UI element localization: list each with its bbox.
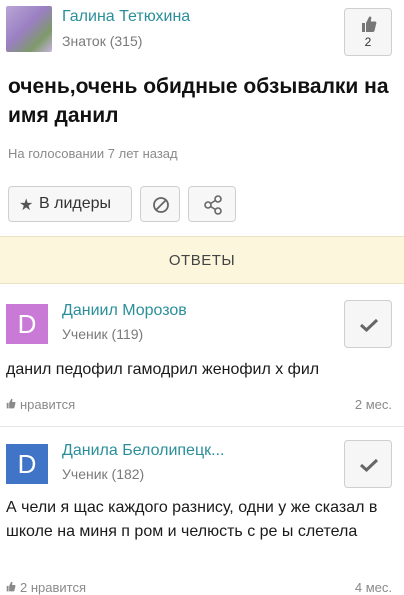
thumbs-up-icon (6, 397, 16, 412)
to-leaders-label: В лидеры (39, 195, 112, 212)
answer-1-time: 2 мес. (354, 397, 392, 412)
answer-2-like-button[interactable]: 2 нравится (6, 580, 86, 595)
to-leaders-button[interactable]: ★ В лидеры (8, 186, 132, 222)
answer-1-best-button[interactable] (344, 300, 392, 348)
question-like-button[interactable]: 2 (344, 8, 392, 56)
question-author-avatar[interactable] (6, 6, 52, 52)
answer-2-text: А чели я щас каждого разнису, одни у же … (6, 499, 378, 540)
answer-1-author-rank: Ученик (119) (62, 326, 144, 342)
answer-divider (0, 426, 404, 427)
answer-2-best-button[interactable] (344, 440, 392, 488)
answer-1-author-name[interactable]: Даниил Морозов (62, 302, 187, 320)
answer-2-avatar[interactable]: D (6, 444, 48, 484)
question-title: очень,очень обидные обзывалки на имя дан… (8, 75, 389, 127)
thumbs-up-icon (362, 16, 377, 32)
answer-1-like-button[interactable]: нравится (6, 397, 75, 412)
share-button[interactable] (188, 186, 236, 222)
check-icon (359, 458, 379, 473)
block-icon (153, 197, 169, 213)
answer-1-like-label: нравится (20, 397, 76, 412)
question-like-count: 2 (364, 35, 372, 49)
answer-1-text: данил педофил гамодрил женофил х фил (6, 361, 320, 378)
thumbs-up-icon (6, 580, 16, 595)
block-button[interactable] (140, 186, 180, 222)
answers-section-header: ОТВЕТЫ (0, 236, 404, 284)
question-author-name[interactable]: Галина Тетюхина (62, 8, 190, 26)
answer-1-avatar[interactable]: D (6, 304, 48, 344)
answer-2-time: 4 мес. (354, 580, 392, 595)
question-author-rank: Знаток (315) (62, 33, 143, 49)
question-meta: На голосовании 7 лет назад (8, 146, 178, 161)
answer-2-author-name[interactable]: Данила Белолипецк... (62, 442, 224, 460)
share-icon (204, 195, 222, 215)
star-icon: ★ (19, 197, 34, 214)
answer-2-like-label: 2 нравится (20, 580, 86, 595)
answer-2-author-rank: Ученик (182) (62, 466, 145, 482)
answers-label: ОТВЕТЫ (168, 252, 236, 269)
check-icon (359, 318, 379, 333)
